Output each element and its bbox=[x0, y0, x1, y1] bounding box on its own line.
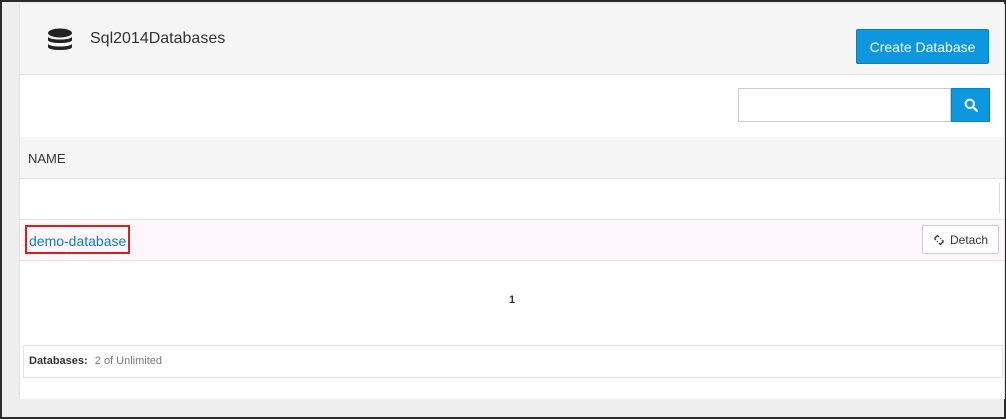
detach-button[interactable]: Detach bbox=[922, 225, 999, 254]
search-button[interactable] bbox=[951, 88, 990, 122]
create-database-button[interactable]: Create Database bbox=[856, 29, 989, 64]
database-count-footer: Databases: 2 of Unlimited bbox=[23, 345, 1003, 378]
databases-panel: Sql2014Databases Create Database NAME de… bbox=[19, 4, 1005, 399]
page-header: Sql2014Databases Create Database bbox=[20, 4, 1004, 75]
page-title: Sql2014Databases bbox=[90, 30, 226, 47]
column-header-name[interactable]: NAME bbox=[28, 151, 66, 166]
search-input[interactable] bbox=[738, 88, 951, 122]
table-header: NAME bbox=[20, 137, 1004, 179]
app-frame: Sql2014Databases Create Database NAME de… bbox=[0, 0, 1006, 419]
table-row: demo-database Detach bbox=[20, 220, 1004, 261]
page-number-current[interactable]: 1 bbox=[509, 294, 515, 306]
database-name-link[interactable]: demo-database bbox=[25, 225, 131, 254]
footer-value: 2 of Unlimited bbox=[94, 355, 163, 367]
detach-label: Detach bbox=[949, 232, 989, 247]
detach-link-icon bbox=[934, 234, 944, 245]
filter-cell bbox=[106, 183, 1000, 213]
search-icon bbox=[964, 98, 978, 112]
database-icon bbox=[48, 28, 72, 50]
pagination: 1 bbox=[20, 294, 1004, 306]
footer-label: Databases: bbox=[29, 355, 88, 367]
filter-row bbox=[20, 179, 1004, 220]
